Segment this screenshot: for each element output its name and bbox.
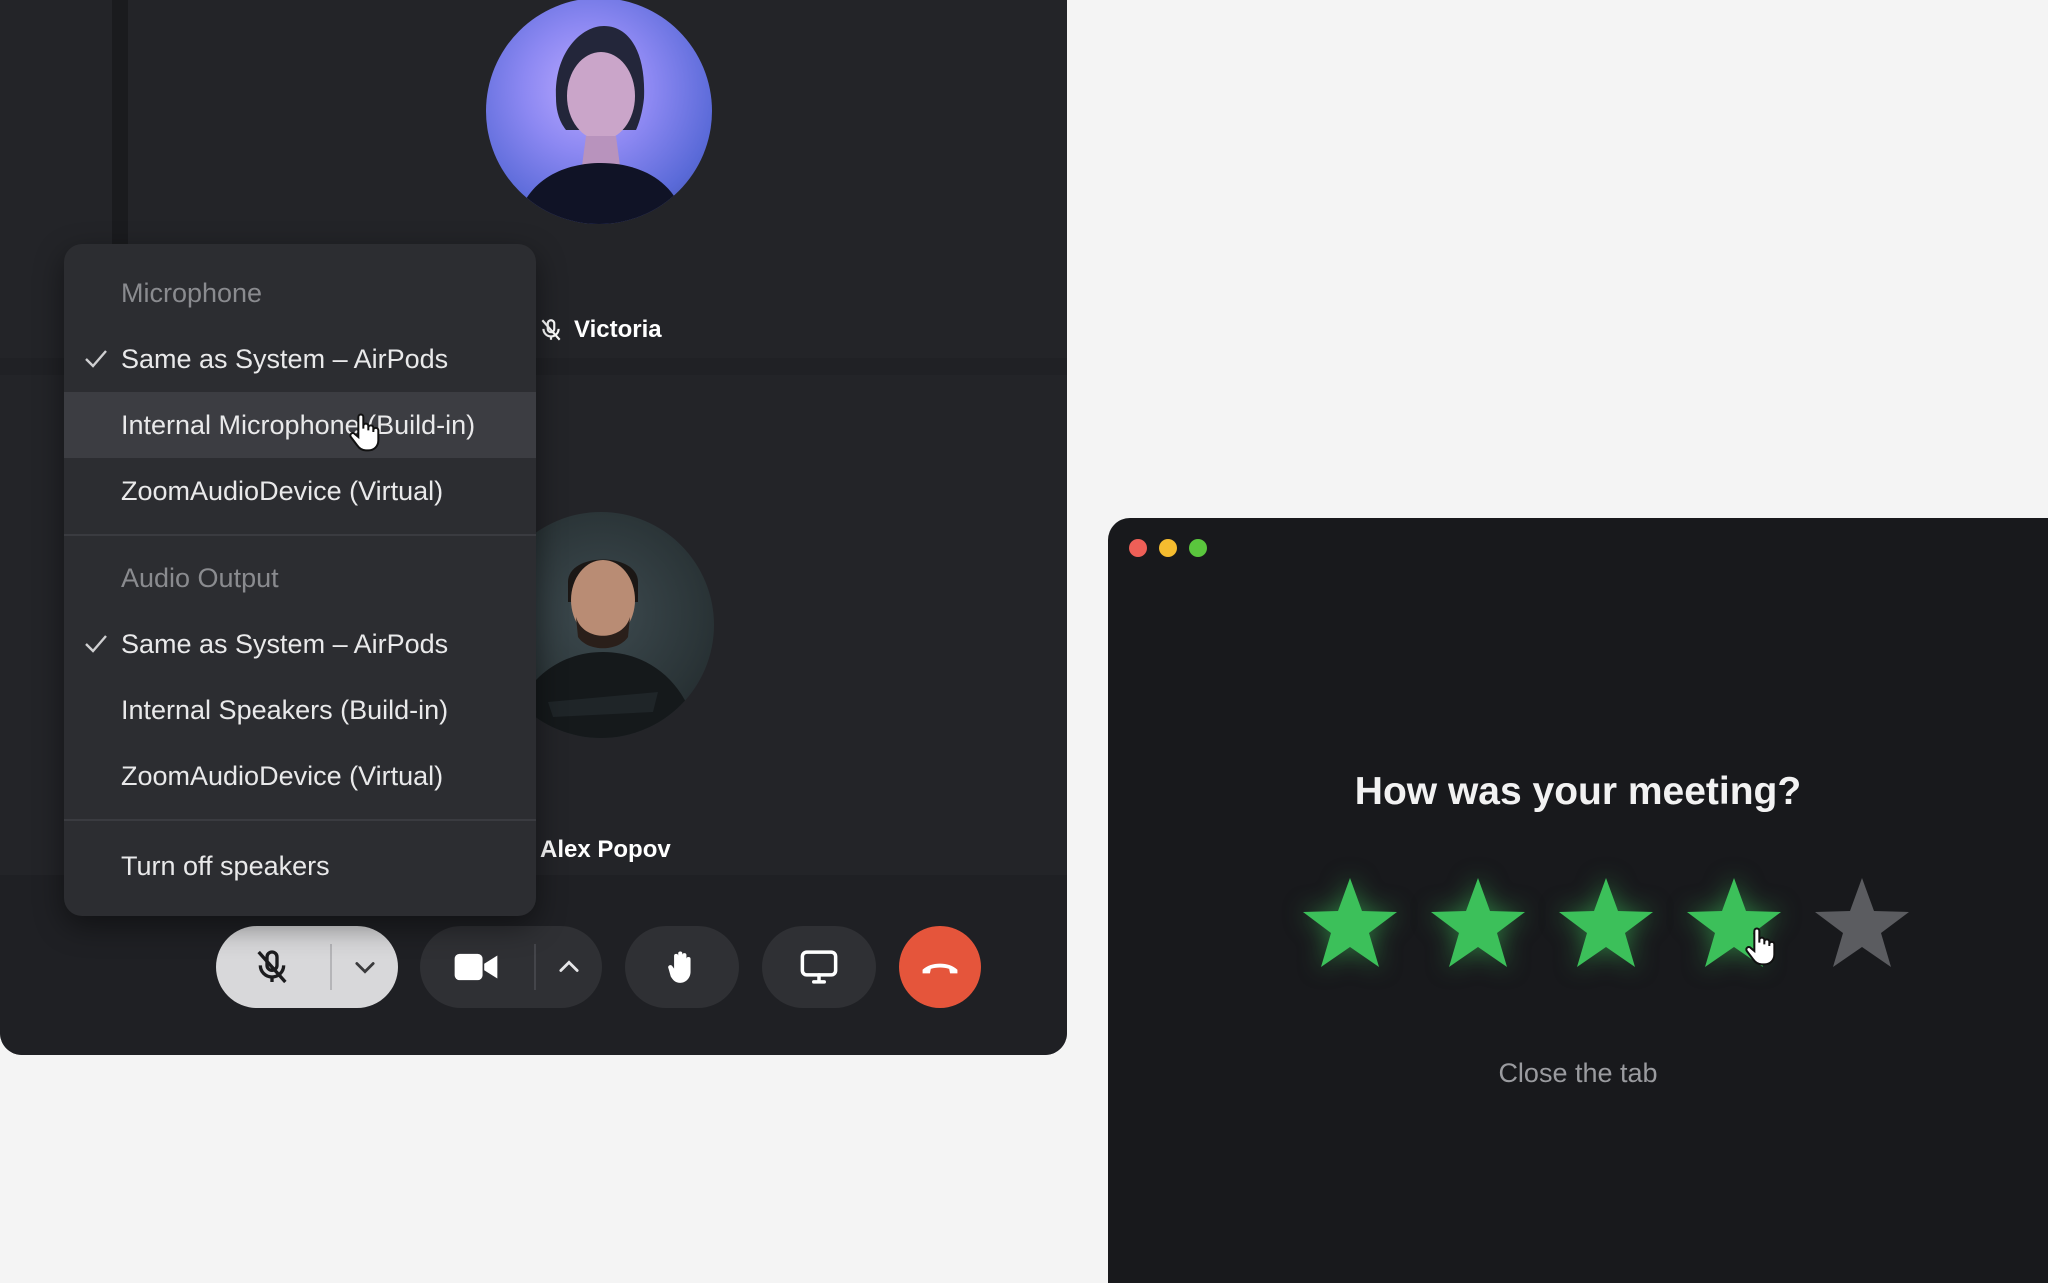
menu-item-label: Internal Speakers (Build-in)	[121, 695, 449, 725]
mute-toggle-button[interactable]	[216, 926, 328, 1008]
star-2-button[interactable]	[1428, 874, 1528, 974]
close-tab-link[interactable]: Close the tab	[1108, 1058, 2048, 1089]
video-camera-icon	[454, 953, 498, 981]
menu-item-output-system-airpods[interactable]: Same as System – AirPods	[64, 611, 536, 677]
hand-pointer-cursor-icon	[349, 413, 380, 452]
star-5-button[interactable]	[1812, 874, 1912, 974]
participant-name: Victoria	[574, 316, 662, 343]
video-toggle-button[interactable]	[420, 926, 532, 1008]
video-options-button[interactable]	[536, 926, 602, 1008]
star-filled-icon	[1559, 878, 1653, 967]
participant-name: Alex Popov	[540, 836, 671, 863]
microphone-button-group	[216, 926, 398, 1008]
window-minimize-button[interactable]	[1159, 539, 1177, 557]
raise-hand-icon	[668, 951, 691, 983]
menu-item-turn-off-speakers[interactable]: Turn off speakers	[64, 833, 536, 899]
victoria-avatar-portrait	[516, 26, 686, 224]
audio-settings-menu: Microphone Same as System – AirPods Inte…	[64, 244, 536, 916]
menu-item-label: Same as System – AirPods	[121, 344, 449, 374]
mic-off-icon	[257, 950, 287, 984]
checkmark-icon	[85, 350, 107, 368]
menu-separator	[64, 534, 536, 536]
screen-share-icon	[800, 950, 838, 984]
end-call-button[interactable]	[899, 926, 981, 1008]
hang-up-icon	[922, 963, 958, 974]
feedback-title: How was your meeting?	[1354, 770, 1802, 813]
star-filled-icon	[1303, 878, 1397, 967]
chevron-up-icon	[559, 960, 579, 972]
menu-separator	[64, 819, 536, 821]
star-3-button[interactable]	[1556, 874, 1656, 974]
victoria-avatar	[486, 0, 712, 224]
menu-item-label: ZoomAudioDevice (Virtual)	[121, 761, 444, 791]
menu-item-label: Internal Microphone (Build-in)	[121, 410, 476, 440]
mic-off-icon	[541, 319, 561, 341]
star-filled-icon	[1431, 878, 1525, 967]
star-empty-icon	[1815, 878, 1909, 967]
window-zoom-button[interactable]	[1189, 539, 1207, 557]
participant-name-victoria: Victoria	[538, 316, 662, 344]
menu-item-mic-system-airpods[interactable]: Same as System – AirPods	[64, 326, 536, 392]
hand-pointer-cursor-icon	[1745, 927, 1776, 966]
menu-item-label: Turn off speakers	[121, 851, 330, 881]
menu-section-audio-output: Audio Output	[121, 563, 279, 593]
checkmark-icon	[85, 635, 107, 653]
menu-item-mic-internal[interactable]: Internal Microphone (Build-in)	[64, 392, 536, 458]
menu-item-label: Same as System – AirPods	[121, 629, 449, 659]
menu-item-label: ZoomAudioDevice (Virtual)	[121, 476, 444, 506]
menu-item-mic-zoom-virtual[interactable]: ZoomAudioDevice (Virtual)	[64, 458, 536, 524]
audio-options-button[interactable]	[332, 926, 398, 1008]
meeting-feedback-window: How was your meeting? Close the tab	[1108, 518, 2048, 1283]
menu-section-microphone: Microphone	[121, 278, 263, 308]
menu-item-output-zoom-virtual[interactable]: ZoomAudioDevice (Virtual)	[64, 743, 536, 809]
star-rating	[1300, 874, 1940, 974]
chevron-down-icon	[355, 962, 375, 974]
window-close-button[interactable]	[1129, 539, 1147, 557]
menu-item-output-internal-speakers[interactable]: Internal Speakers (Build-in)	[64, 677, 536, 743]
participant-name-alex: Alex Popov	[540, 836, 671, 864]
video-button-group	[420, 926, 602, 1008]
star-1-button[interactable]	[1300, 874, 1400, 974]
raise-hand-button[interactable]	[625, 926, 739, 1008]
share-screen-button[interactable]	[762, 926, 876, 1008]
